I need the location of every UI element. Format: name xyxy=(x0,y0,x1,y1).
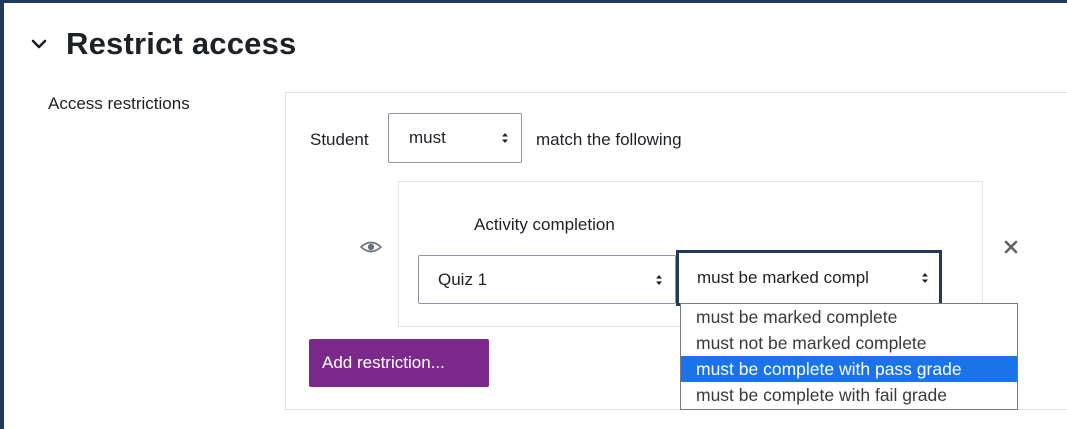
completion-condition-select[interactable]: must be marked compl xyxy=(676,250,942,306)
match-label: match the following xyxy=(536,130,682,149)
completion-select-value: must be marked compl xyxy=(697,268,869,287)
close-icon[interactable] xyxy=(1003,239,1019,255)
select-arrows-icon xyxy=(922,273,928,283)
completion-options-dropdown: must be marked complete must not be mark… xyxy=(680,303,1018,410)
student-label: Student xyxy=(310,130,369,149)
dropdown-option[interactable]: must be marked complete xyxy=(681,304,1017,330)
frame-left-border xyxy=(0,0,4,429)
activity-select-value: Quiz 1 xyxy=(438,269,488,289)
section-header[interactable]: Restrict access xyxy=(30,24,297,64)
dropdown-option-selected[interactable]: must be complete with pass grade xyxy=(681,356,1017,382)
frame-top-border xyxy=(0,0,1067,3)
add-restriction-button[interactable]: Add restriction... xyxy=(309,339,489,387)
access-restrictions-label: Access restrictions xyxy=(48,94,190,113)
activity-completion-label: Activity completion xyxy=(474,215,615,234)
eye-icon[interactable] xyxy=(360,240,382,254)
dropdown-option[interactable]: must be complete with fail grade xyxy=(681,382,1017,408)
select-arrows-icon xyxy=(502,133,508,143)
must-select[interactable]: must xyxy=(388,113,522,163)
activity-select[interactable]: Quiz 1 xyxy=(418,255,676,304)
select-arrows-icon xyxy=(656,274,662,285)
chevron-down-icon[interactable] xyxy=(30,35,48,53)
dropdown-option[interactable]: must not be marked complete xyxy=(681,330,1017,356)
section-title: Restrict access xyxy=(66,26,297,61)
